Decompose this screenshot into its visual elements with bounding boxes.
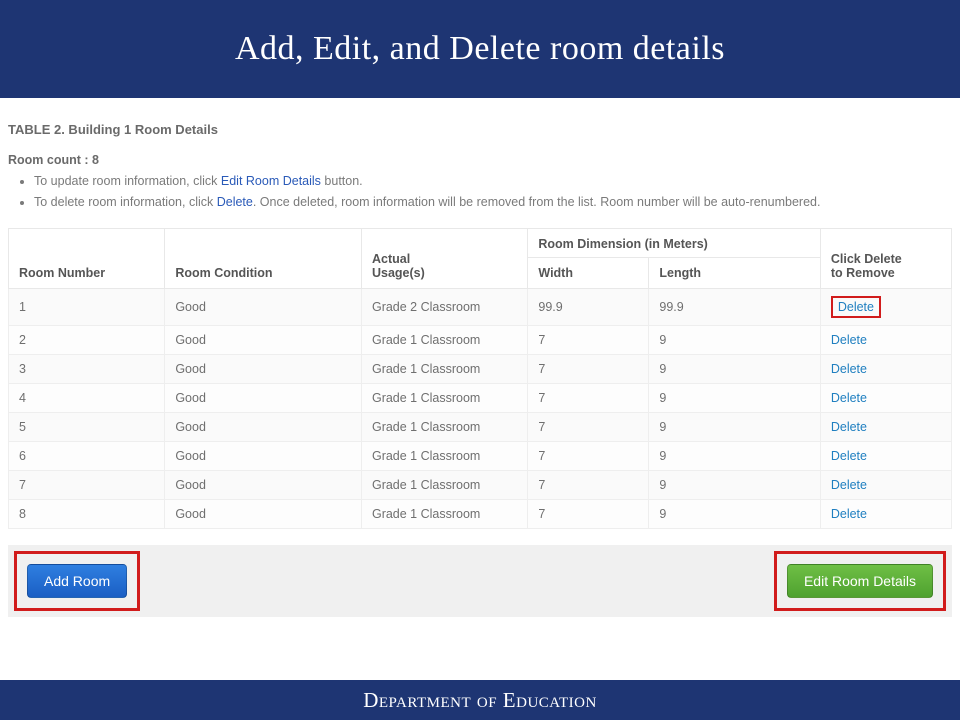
table-cell-delete: Delete (820, 441, 951, 470)
table-cell-delete: Delete (820, 470, 951, 499)
page-footer: Department of Education (0, 680, 960, 720)
table-cell: Grade 1 Classroom (361, 383, 527, 412)
delete-link[interactable]: Delete (831, 449, 867, 463)
instr-text: . Once deleted, room information will be… (253, 195, 821, 209)
table-cell: 2 (9, 325, 165, 354)
table-cell: 9 (649, 383, 820, 412)
table-cell-delete: Delete (820, 412, 951, 441)
table-cell: 1 (9, 288, 165, 325)
table-cell: Good (165, 470, 362, 499)
table-cell: 4 (9, 383, 165, 412)
edit-room-details-inline-link[interactable]: Edit Room Details (221, 174, 321, 188)
delete-link[interactable]: Delete (831, 333, 867, 347)
table-cell: 7 (528, 354, 649, 383)
table-cell: Good (165, 441, 362, 470)
table-cell: Good (165, 325, 362, 354)
table-cell-delete: Delete (820, 354, 951, 383)
room-count: Room count : 8 (8, 153, 952, 167)
table-cell: Good (165, 288, 362, 325)
table-cell: 7 (528, 383, 649, 412)
table-cell: 7 (528, 325, 649, 354)
table-row: 7GoodGrade 1 Classroom79Delete (9, 470, 952, 499)
instruction-update: To update room information, click Edit R… (34, 171, 952, 192)
edit-room-highlight: Edit Room Details (774, 551, 946, 611)
col-actual-usage-l2: Usage(s) (372, 266, 517, 280)
instr-text: To update room information, click (34, 174, 221, 188)
table-cell: 7 (528, 441, 649, 470)
table-cell: 9 (649, 325, 820, 354)
action-bar: Add Room Edit Room Details (8, 545, 952, 617)
col-delete: Click Delete to Remove (820, 228, 951, 288)
table-cell: Grade 2 Classroom (361, 288, 527, 325)
table-row: 6GoodGrade 1 Classroom79 Delete (9, 441, 952, 470)
col-delete-l2: to Remove (831, 266, 941, 280)
table-cell: Grade 1 Classroom (361, 325, 527, 354)
table-cell: Good (165, 383, 362, 412)
table-cell: Grade 1 Classroom (361, 412, 527, 441)
table-row: 2GoodGrade 1 Classroom79 Delete (9, 325, 952, 354)
col-dimension-group: Room Dimension (in Meters) (528, 228, 820, 257)
table-cell-delete: Delete (820, 383, 951, 412)
table-row: 1GoodGrade 2 Classroom99.999.9Delete (9, 288, 952, 325)
delete-inline-link[interactable]: Delete (217, 195, 253, 209)
main-content: TABLE 2. Building 1 Room Details Room co… (0, 98, 960, 617)
instruction-list: To update room information, click Edit R… (8, 171, 952, 214)
table-row: 8GoodGrade 1 Classroom79 Delete (9, 499, 952, 528)
table-heading: TABLE 2. Building 1 Room Details (8, 122, 952, 137)
col-width: Width (528, 257, 649, 288)
table-cell: 99.9 (649, 288, 820, 325)
table-row: 5GoodGrade 1 Classroom79 Delete (9, 412, 952, 441)
room-table: Room Number Room Condition Actual Usage(… (8, 228, 952, 529)
table-cell: 9 (649, 499, 820, 528)
table-cell: 8 (9, 499, 165, 528)
table-cell-delete: Delete (820, 288, 951, 325)
table-row: 3GoodGrade 1 Classroom79 Delete (9, 354, 952, 383)
col-length: Length (649, 257, 820, 288)
table-cell: 9 (649, 354, 820, 383)
edit-room-details-button[interactable]: Edit Room Details (787, 564, 933, 598)
add-room-button[interactable]: Add Room (27, 564, 127, 598)
delete-link[interactable]: Delete (831, 296, 881, 318)
table-cell: Grade 1 Classroom (361, 499, 527, 528)
table-cell-delete: Delete (820, 499, 951, 528)
table-cell: Good (165, 499, 362, 528)
col-room-number: Room Number (9, 228, 165, 288)
table-cell: Good (165, 412, 362, 441)
footer-text: Department of Education (363, 688, 597, 713)
page-banner: Add, Edit, and Delete room details (0, 0, 960, 98)
col-actual-usage: Actual Usage(s) (361, 228, 527, 288)
delete-link[interactable]: Delete (831, 478, 867, 492)
table-cell: 7 (528, 499, 649, 528)
table-cell: 7 (9, 470, 165, 499)
delete-link[interactable]: Delete (831, 507, 867, 521)
table-row: 4GoodGrade 1 Classroom79 Delete (9, 383, 952, 412)
delete-link[interactable]: Delete (831, 391, 867, 405)
instr-text: button. (321, 174, 363, 188)
delete-link[interactable]: Delete (831, 362, 867, 376)
col-actual-usage-l1: Actual (372, 252, 517, 266)
table-cell: 9 (649, 412, 820, 441)
table-cell: Grade 1 Classroom (361, 441, 527, 470)
add-room-highlight: Add Room (14, 551, 140, 611)
table-cell: Grade 1 Classroom (361, 470, 527, 499)
col-room-condition: Room Condition (165, 228, 362, 288)
col-delete-l1: Click Delete (831, 252, 941, 266)
table-cell: 3 (9, 354, 165, 383)
delete-link[interactable]: Delete (831, 420, 867, 434)
table-cell-delete: Delete (820, 325, 951, 354)
table-cell: Grade 1 Classroom (361, 354, 527, 383)
instr-text: To delete room information, click (34, 195, 217, 209)
table-cell: 9 (649, 470, 820, 499)
table-cell: 9 (649, 441, 820, 470)
instruction-delete: To delete room information, click Delete… (34, 192, 952, 213)
table-cell: Good (165, 354, 362, 383)
table-cell: 7 (528, 470, 649, 499)
table-cell: 5 (9, 412, 165, 441)
table-cell: 99.9 (528, 288, 649, 325)
table-cell: 7 (528, 412, 649, 441)
page-title: Add, Edit, and Delete room details (235, 30, 725, 68)
table-cell: 6 (9, 441, 165, 470)
